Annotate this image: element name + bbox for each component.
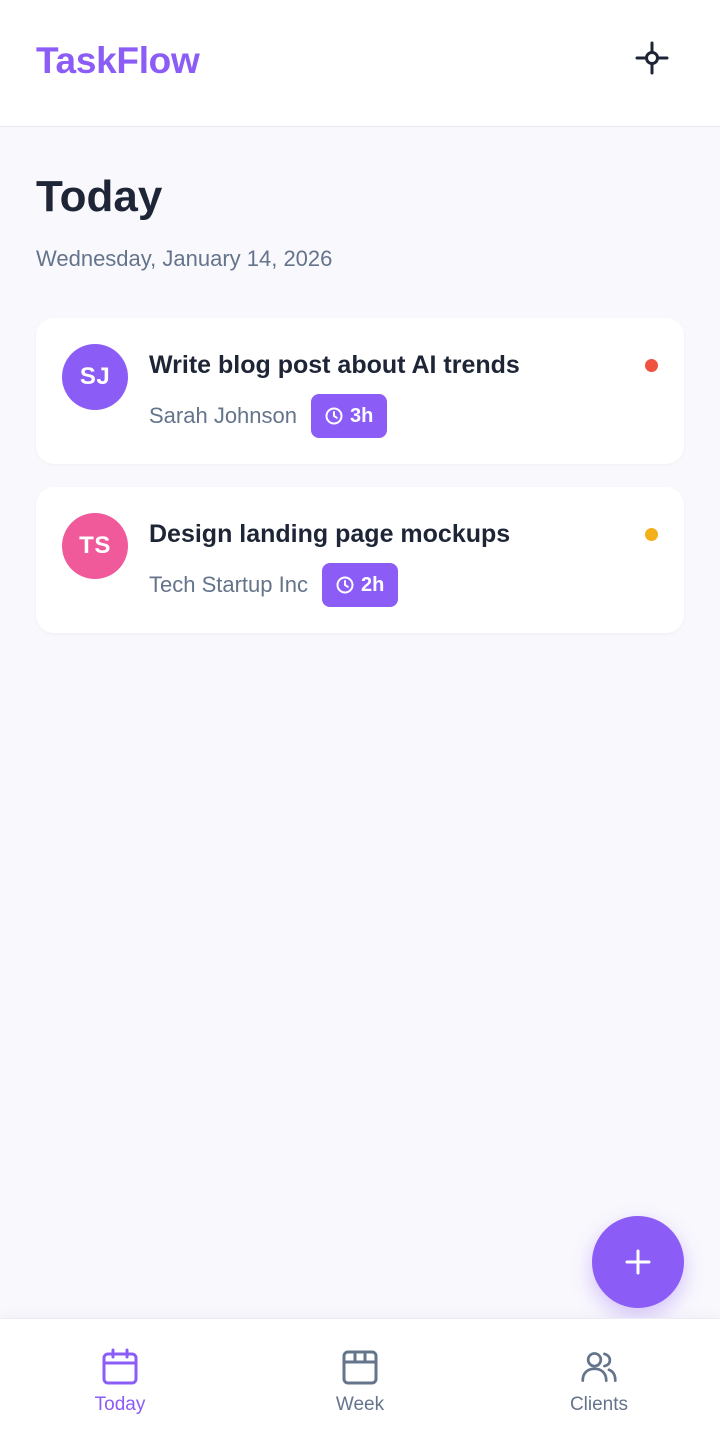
task-card[interactable]: TS Design landing page mockups Tech Star…	[36, 487, 684, 633]
clock-icon	[325, 407, 343, 425]
app-root: TaskFlow Today Wednesday, January 14, 20…	[0, 0, 720, 1440]
time-badge: 2h	[321, 563, 399, 607]
task-meta: Tech Startup Inc 2h	[149, 563, 399, 607]
page-date: Wednesday, January 14, 2026	[36, 246, 333, 271]
priority-dot	[645, 528, 658, 541]
nav-item-week[interactable]: Week	[240, 1319, 480, 1440]
time-badge-label: 3h	[350, 404, 374, 427]
task-title: Write blog post about AI trends	[149, 351, 520, 379]
time-badge-label: 2h	[360, 573, 385, 596]
nav-label-today: Today	[94, 1394, 146, 1415]
avatar: SJ	[62, 344, 128, 410]
task-title: Design landing page mockups	[149, 520, 511, 548]
bottom-nav: Today Week Clients	[0, 1318, 720, 1440]
plus-icon	[625, 1249, 651, 1275]
calendar-week-icon	[341, 1348, 379, 1386]
crosshair-icon	[635, 41, 669, 75]
nav-label-week: Week	[335, 1394, 385, 1415]
task-client: Sarah Johnson	[149, 403, 297, 428]
page-title: Today	[36, 172, 163, 221]
nav-item-clients[interactable]: Clients	[479, 1319, 719, 1440]
priority-dot	[645, 359, 658, 372]
time-badge: 3h	[311, 394, 388, 438]
app-brand: TaskFlow	[36, 40, 200, 81]
add-task-button[interactable]	[592, 1216, 684, 1308]
nav-label-clients: Clients	[569, 1394, 629, 1415]
nav-item-today[interactable]: Today	[0, 1319, 240, 1440]
clock-icon	[336, 576, 354, 594]
task-card[interactable]: SJ Write blog post about AI trends Sarah…	[36, 318, 684, 464]
task-meta: Sarah Johnson 3h	[149, 394, 388, 438]
users-icon	[580, 1348, 618, 1386]
app-header: TaskFlow	[0, 0, 720, 127]
avatar: TS	[62, 513, 128, 579]
header-action-button[interactable]	[628, 34, 676, 82]
calendar-icon	[101, 1348, 139, 1386]
task-client: Tech Startup Inc	[149, 572, 308, 597]
